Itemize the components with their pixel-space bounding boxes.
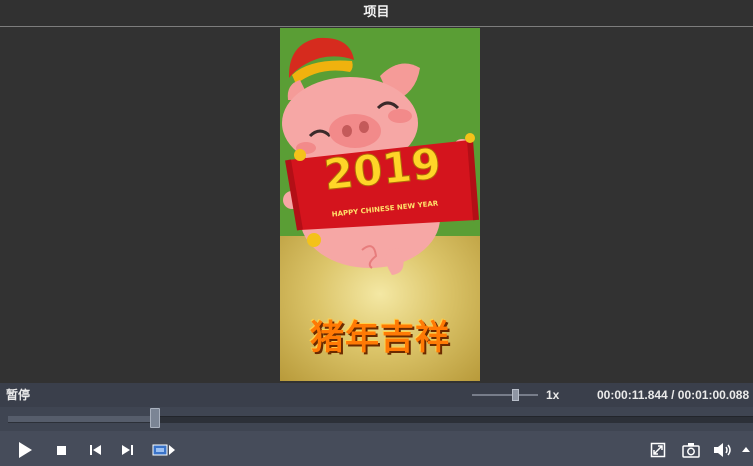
- skip-back-button[interactable]: [86, 441, 106, 459]
- window-title: 项目: [0, 0, 753, 27]
- time-display: 00:00:11.844 / 00:01:00.088: [597, 383, 749, 407]
- playback-state-label: 暂停: [6, 388, 31, 402]
- volume-button[interactable]: [712, 440, 734, 460]
- fullscreen-icon: [650, 442, 666, 458]
- stop-icon: [56, 445, 66, 455]
- play-icon: [19, 442, 32, 458]
- current-time: 00:00:11.844: [597, 388, 668, 402]
- snapshot-icon: [682, 443, 700, 458]
- total-time: 00:01:00.088: [677, 388, 750, 402]
- stop-button[interactable]: [52, 441, 70, 459]
- volume-icon: [714, 443, 731, 457]
- frame-step-icon: [152, 444, 175, 456]
- speed-slider-handle[interactable]: [512, 389, 519, 401]
- volume-dropdown-icon: [742, 447, 750, 452]
- speed-label: 1x: [546, 388, 560, 402]
- time-separator: /: [671, 388, 675, 402]
- frame-step-button[interactable]: [151, 441, 177, 459]
- skip-forward-button[interactable]: [117, 441, 137, 459]
- video-viewer[interactable]: 2019 HAPPY CHINESE NEW YEAR 猪年吉祥: [0, 27, 753, 382]
- greeting-text: 猪年吉祥: [310, 318, 450, 358]
- control-bar: [0, 431, 753, 466]
- seek-handle[interactable]: [149, 408, 160, 428]
- seek-progress-fill: [8, 416, 155, 422]
- skip-forward-icon: [122, 445, 133, 455]
- play-button[interactable]: [14, 439, 36, 461]
- fullscreen-button[interactable]: [648, 441, 668, 459]
- video-frame[interactable]: 2019 HAPPY CHINESE NEW YEAR 猪年吉祥: [280, 28, 480, 381]
- skip-back-icon: [90, 445, 101, 455]
- speed-slider-track[interactable]: [472, 394, 538, 396]
- status-bar: 暂停 1x 00:00:11.844 / 00:01:00.088: [0, 383, 753, 407]
- seek-bar[interactable]: [0, 407, 753, 431]
- volume-dropdown-button[interactable]: [741, 444, 751, 454]
- snapshot-button[interactable]: [680, 440, 702, 460]
